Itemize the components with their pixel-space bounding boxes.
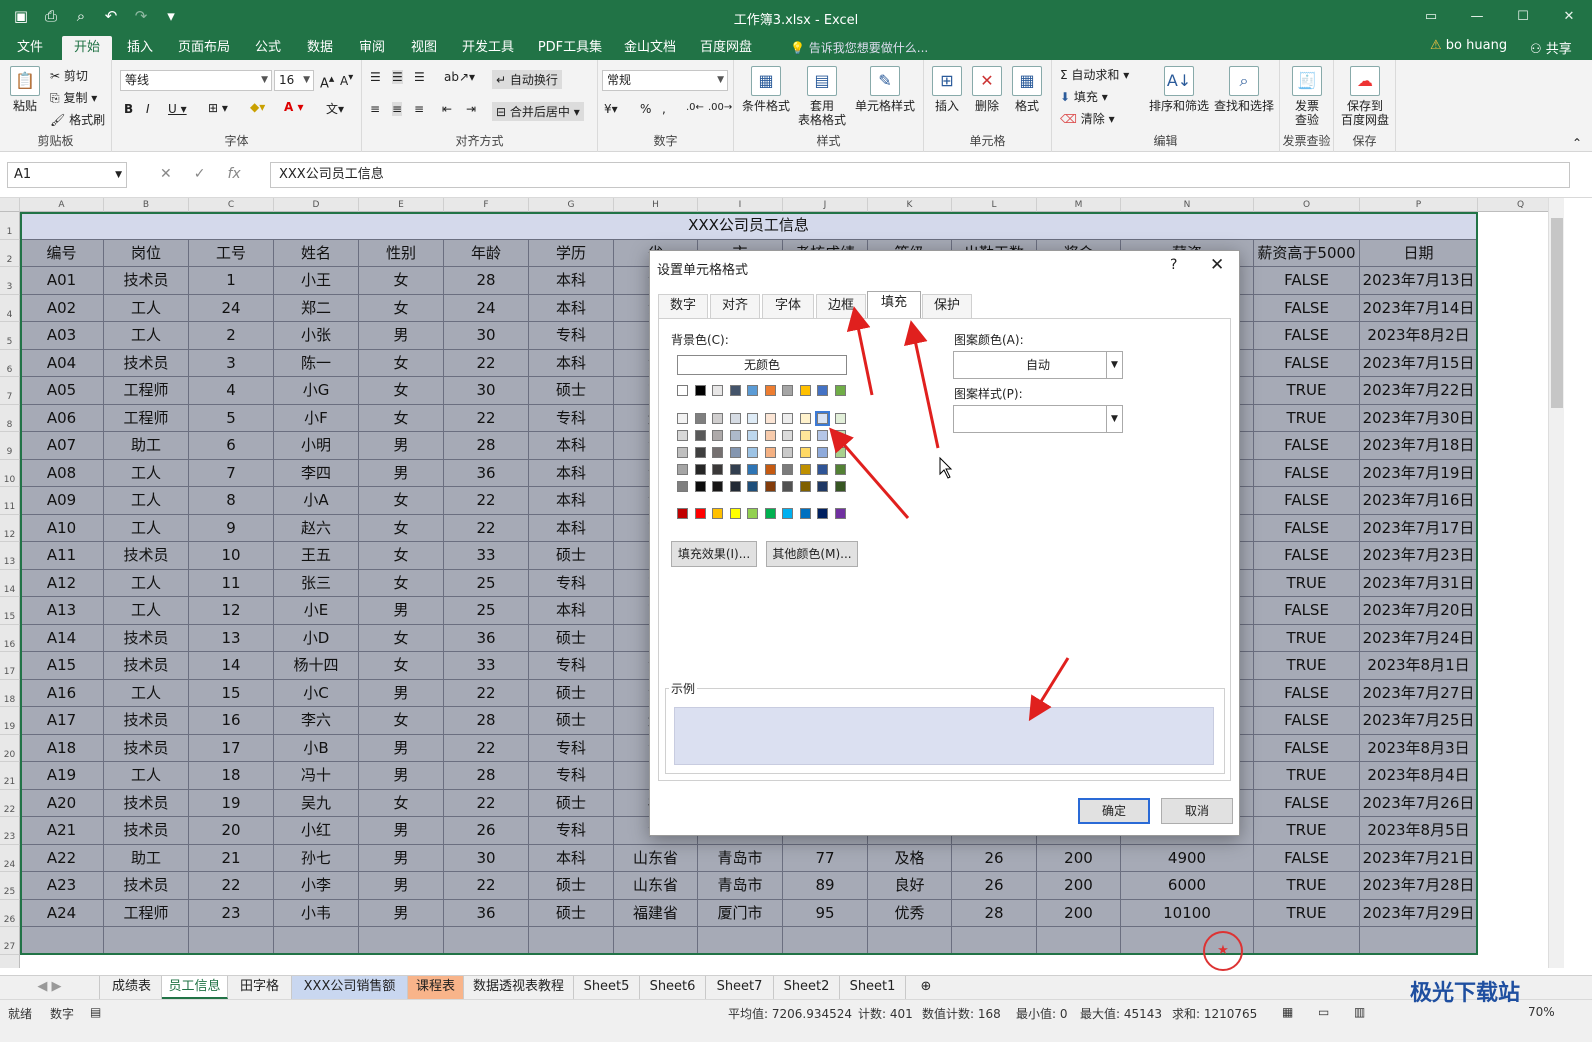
sheet-tab[interactable]: 课程表 [408,976,464,999]
normal-view-icon[interactable]: ▦ [1282,1005,1293,1019]
numeric-count-stat: 数值计数: 168 [922,1007,1001,1021]
zoom-level[interactable]: 70% [1528,1005,1555,1019]
average-stat: 平均值: 7206.934524 [728,1007,853,1021]
sheet-tab[interactable]: Sheet2 [774,976,840,999]
watermark-logo: 极光下载站 [1410,981,1521,1006]
annotation-arrow [846,306,874,396]
sheet-nav-arrows[interactable]: ◀ ▶ [0,976,100,999]
annotation-arrow [829,427,910,519]
num-lock-status: 数字 [50,1007,75,1021]
sheet-tab[interactable]: 数据透视表教程 [464,976,574,999]
annotation-arrow [1028,657,1070,722]
annotation-arrow [904,320,940,449]
page-layout-view-icon[interactable]: ▭ [1318,1005,1329,1019]
macro-record-icon[interactable]: ▤ [90,1005,101,1019]
mouse-cursor-icon [939,456,953,479]
sheet-tabs-bar: ◀ ▶ 成绩表 员工信息 田字格 XXX公司销售额 课程表 数据透视表教程 Sheet5 Sh… [0,975,1592,999]
page-break-view-icon[interactable]: ▥ [1354,1005,1365,1019]
sheet-tab[interactable]: 成绩表 [102,976,162,999]
sheet-tab[interactable]: Sheet5 [574,976,640,999]
add-sheet-icon[interactable]: ⊕ [914,976,938,999]
sheet-tab[interactable]: Sheet1 [840,976,906,999]
annotation-arrows [829,306,1070,722]
sheet-tab[interactable]: 田字格 [228,976,292,999]
max-stat: 最大值: 45143 [1080,1007,1163,1021]
sheet-tab[interactable]: XXX公司销售额 [292,976,408,999]
sheet-tab[interactable]: 员工信息 [162,976,228,999]
count-stat: 计数: 401 [858,1007,913,1021]
ready-status: 就绪 [8,1007,33,1021]
sheet-tab[interactable]: Sheet6 [640,976,706,999]
sum-stat: 求和: 1210765 [1172,1007,1258,1021]
min-stat: 最小值: 0 [1016,1007,1068,1021]
status-bar: 就绪 数字 ▤ 平均值: 7206.934524 计数: 401 数值计数: 1… [0,999,1592,1042]
sheet-tab[interactable]: Sheet7 [706,976,774,999]
